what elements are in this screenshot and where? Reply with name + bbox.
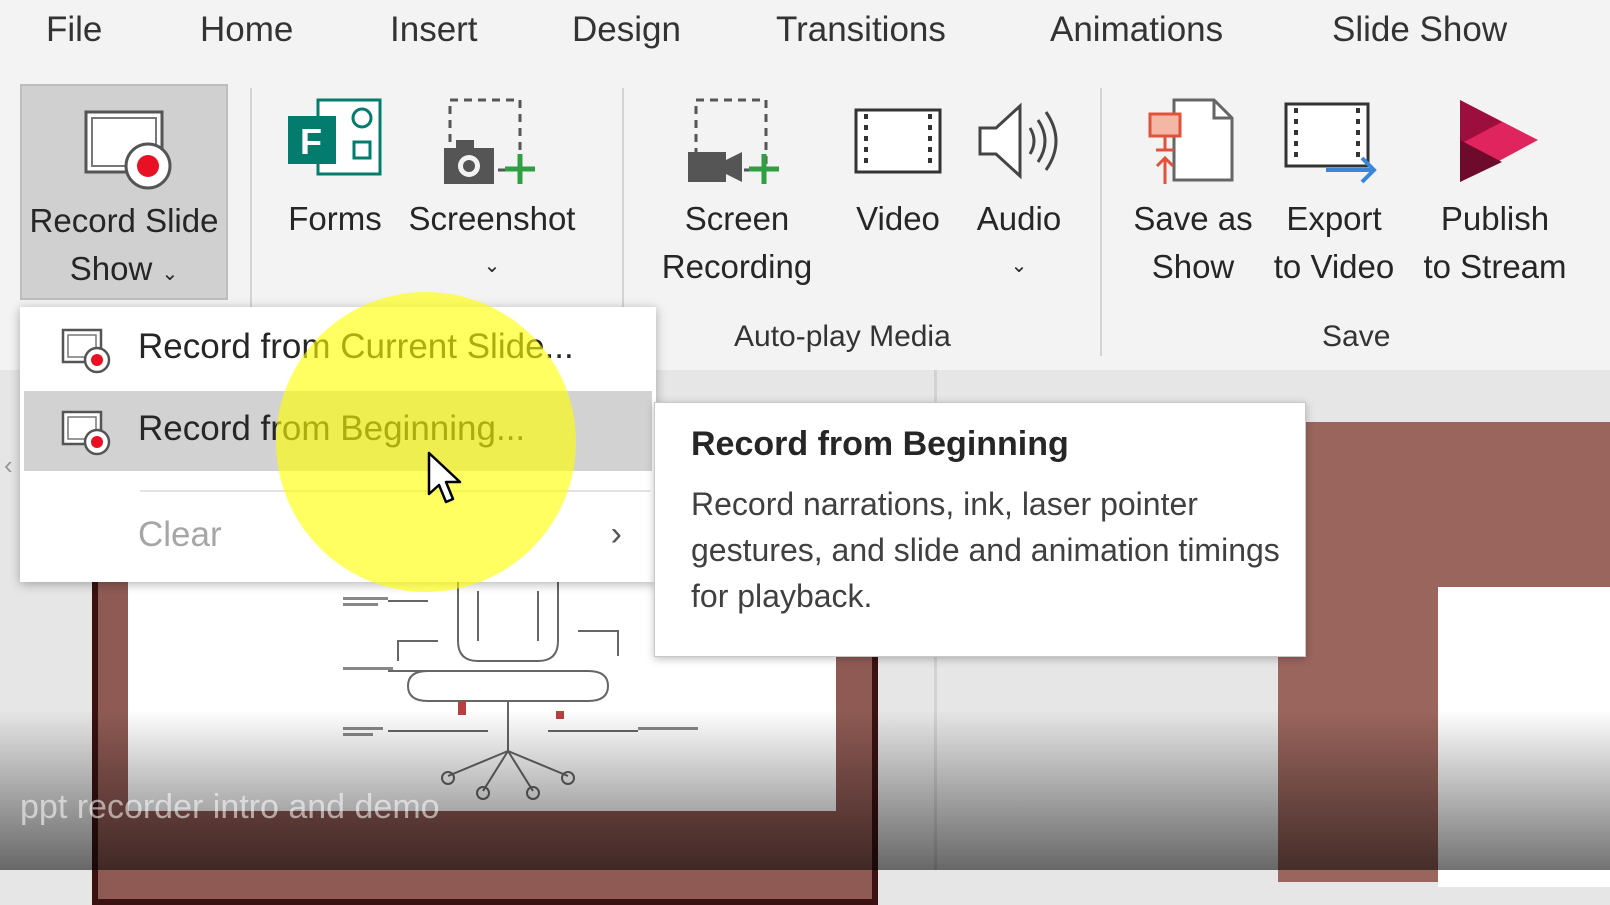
export-to-video-icon — [1284, 102, 1377, 184]
tooltip-body: Record narrations, ink, laser pointer ge… — [691, 486, 1280, 614]
forms-label: Forms — [288, 200, 382, 237]
menu-slide-show[interactable]: Slide Show — [1332, 10, 1507, 50]
screen-recording-label-1: Screen — [684, 200, 790, 237]
publish-to-stream-label-2: to Stream — [1423, 248, 1567, 285]
group-label-save: Save — [1322, 320, 1391, 353]
video-button[interactable]: Video — [838, 84, 958, 254]
audio-button[interactable]: Audio ⌄ — [964, 84, 1074, 300]
video-label: Video — [856, 200, 940, 237]
publish-to-stream-label-1: Publish — [1440, 200, 1550, 237]
screenshot-label: Screenshot — [408, 200, 576, 237]
screen-recording-button[interactable]: Screen Recording — [652, 84, 822, 300]
forms-button[interactable]: F Forms — [280, 84, 390, 254]
collapse-arrow-icon[interactable]: ‹ — [4, 450, 13, 481]
record-icon — [61, 410, 111, 456]
record-slide-show-label-2: Show — [69, 250, 153, 287]
video-icon — [854, 108, 942, 174]
chevron-down-icon: ⌄ — [161, 263, 179, 285]
cursor-highlight — [276, 292, 576, 592]
save-as-show-label-2: Show — [1151, 248, 1235, 285]
record-slide-show-button[interactable]: Record Slide Show ⌄ — [20, 84, 228, 300]
menu-animations[interactable]: Animations — [1050, 10, 1223, 50]
save-as-show-label-1: Save as — [1133, 200, 1253, 237]
screen-recording-icon — [688, 98, 779, 184]
menu-bar: File Home Insert Design Transitions Anim… — [0, 0, 1610, 68]
export-to-video-label-1: Export — [1286, 200, 1382, 237]
forms-icon: F — [288, 98, 382, 176]
export-to-video-button[interactable]: Export to Video — [1264, 84, 1404, 300]
separator — [1100, 88, 1102, 356]
audio-icon — [978, 102, 1058, 180]
screen-recording-label-2: Recording — [661, 248, 813, 285]
stream-icon — [1460, 100, 1538, 182]
video-watermark: ppt recorder intro and demo — [20, 788, 440, 826]
menu-home[interactable]: Home — [200, 10, 293, 50]
save-as-show-icon — [1148, 98, 1234, 184]
audio-label: Audio — [976, 200, 1062, 237]
record-slide-show-label-1: Record Slide — [29, 202, 219, 239]
publish-to-stream-button[interactable]: Publish to Stream — [1410, 84, 1580, 300]
menu-item-label: Clear — [138, 515, 222, 554]
menu-file[interactable]: File — [46, 10, 102, 50]
export-to-video-label-2: to Video — [1273, 248, 1395, 285]
chevron-right-icon: › — [610, 515, 622, 553]
tooltip: Record from Beginning Record narrations,… — [654, 402, 1306, 657]
chevron-down-icon: ⌄ — [483, 255, 501, 277]
record-icon — [61, 328, 111, 374]
menu-design[interactable]: Design — [572, 10, 681, 50]
svg-text:F: F — [300, 121, 322, 162]
menu-insert[interactable]: Insert — [390, 10, 478, 50]
save-as-show-button[interactable]: Save as Show — [1128, 84, 1258, 300]
tooltip-title: Record from Beginning — [691, 425, 1069, 463]
group-label-auto-play-media: Auto-play Media — [734, 320, 951, 353]
screenshot-icon — [444, 98, 535, 184]
record-slide-show-icon — [84, 110, 172, 190]
screenshot-button[interactable]: Screenshot ⌄ — [402, 84, 582, 300]
mouse-pointer-icon — [427, 451, 462, 504]
menu-transitions[interactable]: Transitions — [776, 10, 946, 50]
chevron-down-icon: ⌄ — [1010, 255, 1028, 277]
